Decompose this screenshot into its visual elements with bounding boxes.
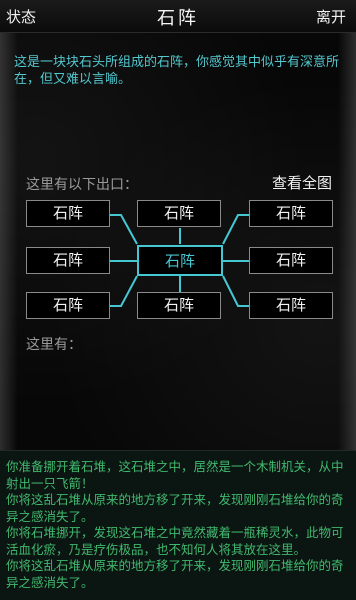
top-bar: 状态 石阵 离开 — [0, 0, 356, 33]
log-line: 你将石堆挪开，发现这石堆之中竟然藏着一瓶稀灵水，此物可活血化瘀，乃是疗伤极品，也… — [6, 525, 344, 557]
exit-northwest[interactable]: 石阵 — [26, 200, 110, 227]
room-panel: 这是一块块石头所组成的石阵，你感觉其中似乎有深意所在，但又难以言喻。 这里有以下… — [0, 33, 356, 450]
log-line: 你将这乱石堆从原来的地方移了开来，发现刚刚石堆给你的奇异之感消失了。 — [6, 558, 344, 590]
exit-northeast[interactable]: 石阵 — [249, 200, 333, 227]
log-line: 你准备挪开着石堆，这石堆之中，居然是一个木制机关，从中射出一只飞箭！ — [6, 459, 344, 491]
exit-west[interactable]: 石阵 — [26, 247, 110, 274]
room-description: 这是一块块石头所组成的石阵，你感觉其中似乎有深意所在，但又难以言喻。 — [14, 55, 340, 87]
exit-east[interactable]: 石阵 — [249, 247, 333, 274]
view-full-map-button[interactable]: 查看全图 — [272, 172, 332, 193]
leave-button[interactable]: 离开 — [316, 6, 346, 27]
smoke-border-right — [338, 33, 356, 450]
exits-label: 这里有以下出口： — [26, 177, 138, 193]
current-room: 石阵 — [137, 245, 223, 276]
here-label: 这里有： — [26, 337, 82, 353]
smoke-border-left — [0, 33, 18, 450]
log-line: 你将这乱石堆从原来的地方移了开来，发现刚刚石堆给你的奇异之感消失了。 — [6, 492, 344, 524]
exit-north[interactable]: 石阵 — [137, 200, 221, 227]
exit-south[interactable]: 石阵 — [137, 292, 221, 319]
exit-southwest[interactable]: 石阵 — [26, 292, 110, 319]
exit-southeast[interactable]: 石阵 — [249, 292, 333, 319]
room-title: 石阵 — [157, 8, 199, 29]
message-log: 你准备挪开着石堆，这石堆之中，居然是一个木制机关，从中射出一只飞箭！ 你将这乱石… — [0, 450, 356, 600]
